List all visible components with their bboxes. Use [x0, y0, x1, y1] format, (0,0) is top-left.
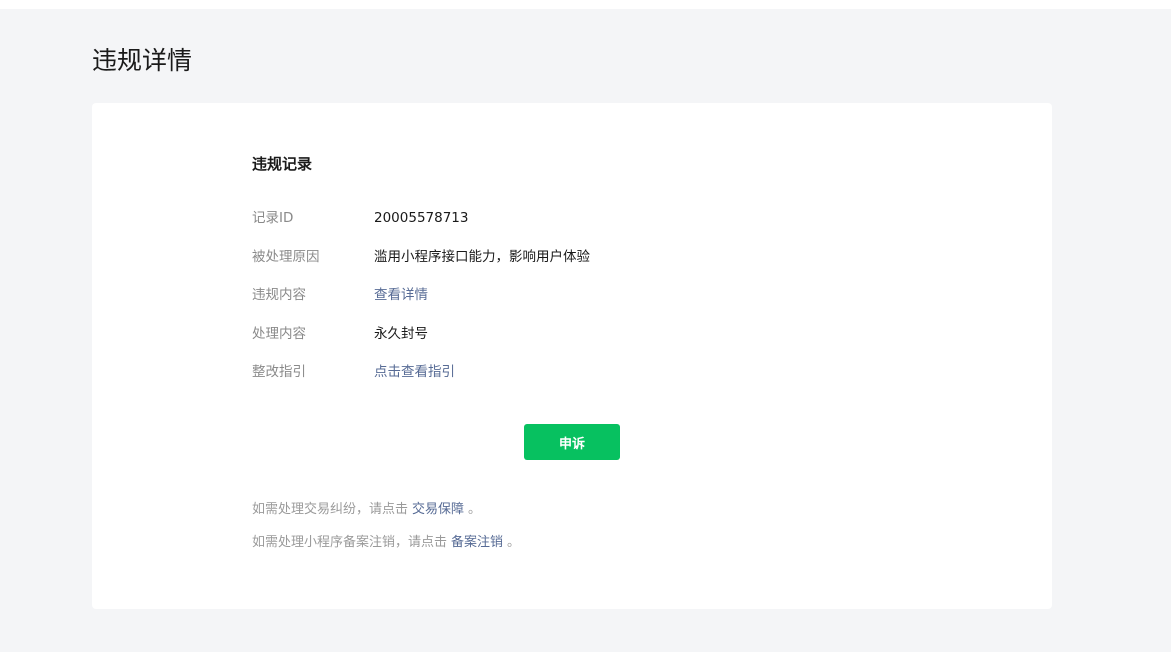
- record-id-value: 20005578713: [374, 210, 469, 226]
- view-details-link[interactable]: 查看详情: [374, 284, 428, 306]
- action-value: 永久封号: [374, 325, 428, 342]
- record-id-label: 记录ID: [252, 210, 294, 226]
- appeal-button[interactable]: 申诉: [524, 424, 620, 460]
- help-notes: 如需处理交易纠纷，请点击 交易保障。 如需处理小程序备案注销，请点击 备案注销。: [252, 499, 520, 565]
- page-title: 违规详情: [92, 46, 193, 75]
- trade-note-suffix: 。: [468, 502, 482, 517]
- section-title: 违规记录: [252, 155, 313, 173]
- filing-cancel-note: 如需处理小程序备案注销，请点击 备案注销。: [252, 532, 520, 565]
- trade-dispute-note: 如需处理交易纠纷，请点击 交易保障。: [252, 499, 520, 532]
- trade-note-text: 如需处理交易纠纷，请点击: [252, 502, 409, 517]
- reason-value: 滥用小程序接口能力，影响用户体验: [374, 248, 590, 265]
- filing-note-text: 如需处理小程序备案注销，请点击: [252, 535, 448, 550]
- filing-note-suffix: 。: [507, 535, 521, 550]
- view-guide-link[interactable]: 点击查看指引: [374, 361, 455, 383]
- trade-protection-link[interactable]: 交易保障: [412, 502, 464, 517]
- violation-content-label: 违规内容: [252, 287, 306, 303]
- record-row-guide: 整改指引 点击查看指引: [252, 361, 590, 400]
- action-label: 处理内容: [252, 325, 306, 342]
- top-bar: [0, 0, 1171, 9]
- record-row-reason: 被处理原因 滥用小程序接口能力，影响用户体验: [252, 246, 590, 285]
- record-list: 记录ID 20005578713 被处理原因 滥用小程序接口能力，影响用户体验 …: [252, 207, 590, 400]
- record-row-violation-content: 违规内容 查看详情: [252, 284, 590, 323]
- record-row-id: 记录ID 20005578713: [252, 207, 590, 246]
- filing-cancel-link[interactable]: 备案注销: [451, 535, 503, 550]
- reason-label: 被处理原因: [252, 248, 320, 265]
- record-row-action: 处理内容 永久封号: [252, 323, 590, 362]
- violation-detail-card: 违规记录 记录ID 20005578713 被处理原因 滥用小程序接口能力，影响…: [92, 103, 1052, 609]
- guide-label: 整改指引: [252, 364, 306, 380]
